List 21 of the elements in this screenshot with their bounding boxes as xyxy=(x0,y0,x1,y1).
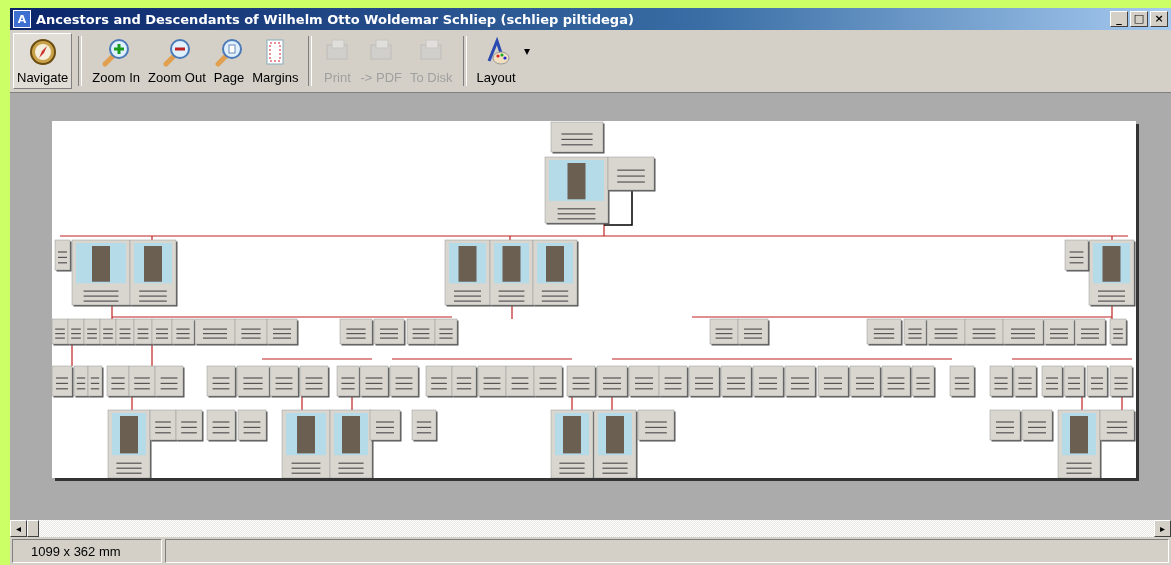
horizontal-scrollbar[interactable]: ◂ ▸ xyxy=(10,520,1171,537)
close-button[interactable]: × xyxy=(1150,11,1168,27)
scroll-left-button[interactable]: ◂ xyxy=(10,520,27,537)
dropdown-caret[interactable]: ▾ xyxy=(519,44,534,58)
scroll-right-button[interactable]: ▸ xyxy=(1154,520,1171,537)
toolbar-button[interactable]: Margins xyxy=(248,33,303,89)
scrollbar-thumb[interactable] xyxy=(27,520,39,537)
toolbar-button[interactable]: Layout xyxy=(472,33,520,89)
window-title: Ancestors and Descendants of Wilhelm Otto Woldemar Schliep (schliep piltidega) xyxy=(36,11,635,27)
status-size: 1099 x 362 mm xyxy=(12,539,162,563)
magnifier-icon xyxy=(214,37,244,67)
toolbar-button[interactable]: Zoom In xyxy=(88,33,144,89)
toolbar-button[interactable]: Navigate xyxy=(13,33,73,89)
compass-icon xyxy=(27,37,58,67)
zoom-in-icon xyxy=(101,37,132,67)
zoom-out-icon xyxy=(161,37,192,67)
app-icon: A xyxy=(13,10,31,28)
toolbar-button[interactable]: Zoom Out xyxy=(144,33,210,89)
minimize-button[interactable]: _ xyxy=(1110,11,1128,27)
toolbar-button[interactable]: Page xyxy=(209,33,249,89)
maximize-button[interactable]: □ xyxy=(1130,11,1148,27)
